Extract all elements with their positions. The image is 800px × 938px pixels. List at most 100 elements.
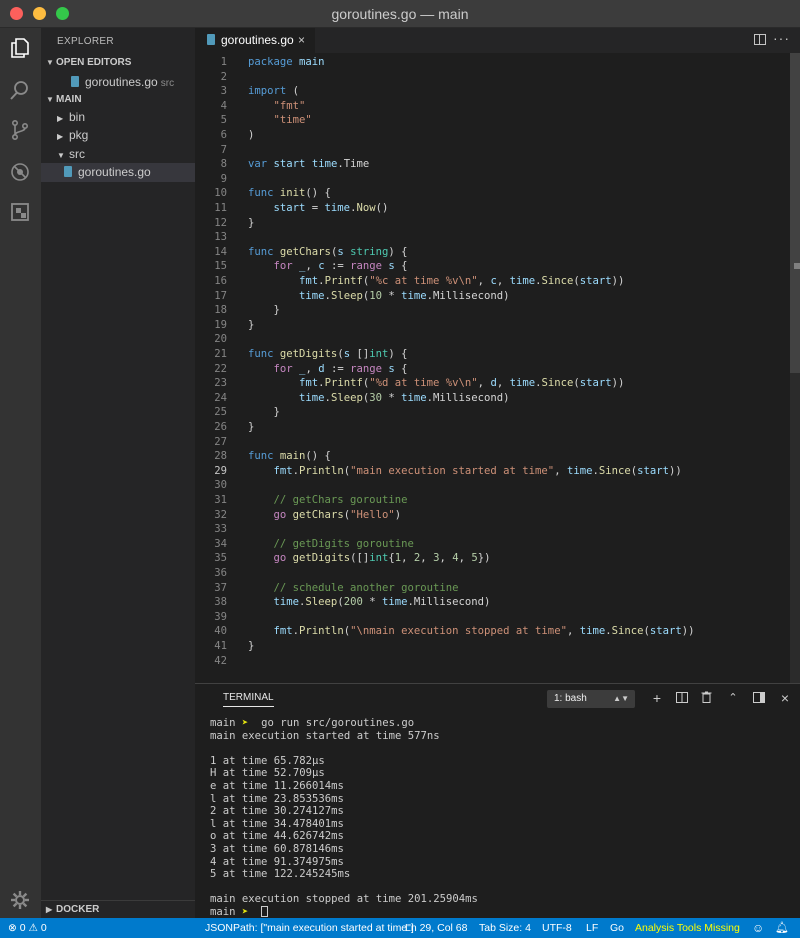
folder-item-pkg[interactable]: ▶ pkg	[41, 126, 195, 145]
code-line[interactable]: 12}	[195, 216, 790, 231]
line-number: 16	[214, 275, 227, 287]
code-line[interactable]: 24 time.Sleep(30 * time.Millisecond)	[195, 391, 790, 406]
code-line[interactable]: 26}	[195, 420, 790, 435]
code-line[interactable]: 14 func getChars(s string) {	[195, 245, 790, 260]
code-line[interactable]: 11 start = time.Now()	[195, 201, 790, 216]
main-folder-section[interactable]: ▼ MAIN	[41, 91, 195, 109]
code-line[interactable]: 18 }	[195, 303, 790, 318]
debug-icon[interactable]	[8, 160, 32, 184]
tab-goroutines[interactable]: goroutines.go ×	[195, 28, 315, 53]
code-line[interactable]: 19}	[195, 318, 790, 333]
more-actions-icon[interactable]: ···	[773, 30, 790, 46]
split-terminal-icon[interactable]	[674, 690, 690, 706]
code-line[interactable]: 29 fmt.Println("main execution started a…	[195, 464, 790, 479]
code-text: package main	[248, 56, 325, 68]
code-line[interactable]: 25 }	[195, 405, 790, 420]
code-line[interactable]: 21 func getDigits(s []int) {	[195, 347, 790, 362]
code-line[interactable]: 15 for _, c := range s {	[195, 259, 790, 274]
code-line[interactable]: 17 time.Sleep(10 * time.Millisecond)	[195, 289, 790, 304]
code-line[interactable]: 4 "fmt"	[195, 99, 790, 114]
code-line[interactable]: 32 go getChars("Hello")	[195, 508, 790, 523]
code-line[interactable]: 13	[195, 230, 790, 245]
file-item-goroutines[interactable]: goroutines.go	[41, 163, 195, 182]
explorer-icon[interactable]	[8, 36, 32, 60]
tab-size-status[interactable]: Tab Size: 4	[479, 918, 531, 938]
encoding-status[interactable]: UTF-8	[542, 918, 572, 938]
open-editors-section[interactable]: ▼ OPEN EDITORS	[41, 54, 195, 72]
code-line[interactable]: 28 func main() {	[195, 449, 790, 464]
search-icon[interactable]	[8, 78, 32, 102]
code-line[interactable]: 1 package main	[195, 55, 790, 70]
code-line[interactable]: 6)	[195, 128, 790, 143]
problems-status[interactable]: ⊗ 0 ⚠ 0	[8, 918, 47, 938]
code-text: }	[248, 640, 255, 652]
tab-terminal[interactable]: TERMINAL	[223, 692, 274, 707]
code-line[interactable]: 27	[195, 435, 790, 450]
open-editor-item[interactable]: goroutines.go src	[41, 73, 195, 92]
terminal-line: 1 at time 65.782µs	[210, 754, 325, 767]
source-control-icon[interactable]	[8, 118, 32, 142]
code-line[interactable]: 20	[195, 332, 790, 347]
code-text: var start time.Time	[248, 158, 370, 171]
line-number: 30	[214, 479, 227, 492]
editor-scrollbar-thumb[interactable]	[790, 53, 800, 373]
notifications-bell-icon[interactable]: 🔔︎	[775, 918, 789, 938]
analysis-tools-status[interactable]: Analysis Tools Missing	[635, 918, 740, 938]
code-line[interactable]: 2	[195, 70, 790, 85]
line-number: 8	[220, 158, 227, 171]
code-line[interactable]: 42	[195, 654, 790, 669]
line-number: 36	[214, 567, 227, 579]
code-line[interactable]: 23 fmt.Printf("%d at time %v\n", d, time…	[195, 376, 790, 391]
code-line[interactable]: 10 func init() {	[195, 186, 790, 201]
code-line[interactable]: 37 // schedule another goroutine	[195, 581, 790, 596]
terminal-prompt-line: main ➤	[210, 905, 790, 919]
code-line[interactable]: 33	[195, 522, 790, 537]
code-line[interactable]: 8 var start time.Time	[195, 157, 790, 172]
code-line[interactable]: 22 for _, d := range s {	[195, 362, 790, 377]
settings-gear-icon[interactable]	[8, 888, 32, 912]
extensions-icon[interactable]	[8, 200, 32, 224]
code-line[interactable]: 41}	[195, 639, 790, 654]
language-status[interactable]: Go	[610, 918, 624, 938]
terminal-line: H at time 52.709µs	[210, 767, 325, 780]
code-line[interactable]: 5 "time"	[195, 113, 790, 128]
code-line[interactable]: 38 time.Sleep(200 * time.Millisecond)	[195, 595, 790, 610]
docker-section[interactable]: ▶ DOCKER	[41, 900, 195, 918]
trash-icon[interactable]	[698, 690, 714, 706]
code-text: func getDigits(s []int) {	[248, 348, 408, 360]
code-line[interactable]: 36	[195, 566, 790, 581]
terminal-select[interactable]: 1: bash ▲▼	[547, 690, 635, 708]
code-line[interactable]: 31 // getChars goroutine	[195, 493, 790, 508]
chevron-down-icon: ▼	[46, 58, 54, 67]
code-line[interactable]: 39	[195, 610, 790, 625]
code-line[interactable]: 7	[195, 143, 790, 158]
close-panel-icon[interactable]: ×	[777, 690, 793, 706]
eol-status[interactable]: LF	[586, 918, 598, 938]
chevron-up-icon[interactable]: ⌃	[725, 690, 741, 706]
code-line[interactable]: 3 import (	[195, 84, 790, 99]
toggle-panel-icon[interactable]	[751, 690, 767, 706]
terminal-output[interactable]: main ➤ go run src/goroutines.go main exe…	[210, 717, 790, 919]
close-icon[interactable]: ×	[298, 28, 305, 53]
code-editor[interactable]: 1 package main 2 3 import (4 "fmt" 5 "time" 6)…	[195, 53, 800, 683]
folder-item-bin[interactable]: ▶ bin	[41, 108, 195, 127]
code-line[interactable]: 30	[195, 478, 790, 493]
split-editor-icon[interactable]	[754, 34, 766, 45]
code-line[interactable]: 16 fmt.Printf("%c at time %v\n", c, time…	[195, 274, 790, 289]
line-number: 9	[220, 172, 227, 185]
code-text: time.Sleep(200 * time.Millisecond)	[273, 596, 491, 609]
cursor-position-status[interactable]: Ln 29, Col 68	[405, 918, 467, 938]
jsonpath-status[interactable]: JSONPath: ["main execution started at ti…	[205, 918, 414, 938]
new-terminal-icon[interactable]: +	[649, 690, 665, 706]
line-number: 29	[214, 464, 227, 477]
code-line[interactable]: 34 // getDigits goroutine	[195, 537, 790, 552]
code-line[interactable]: 35 go getDigits([]int{1, 2, 3, 4, 5})	[195, 551, 790, 566]
code-line[interactable]: 40 fmt.Println("\nmain execution stopped…	[195, 624, 790, 639]
code-line[interactable]: 9	[195, 172, 790, 187]
editor-scrollbar[interactable]	[790, 53, 800, 683]
folder-item-src[interactable]: ▼ src	[41, 145, 195, 164]
line-number: 32	[214, 508, 227, 521]
feedback-smiley-icon[interactable]: ☺	[752, 918, 764, 938]
line-number: 25	[214, 406, 227, 419]
